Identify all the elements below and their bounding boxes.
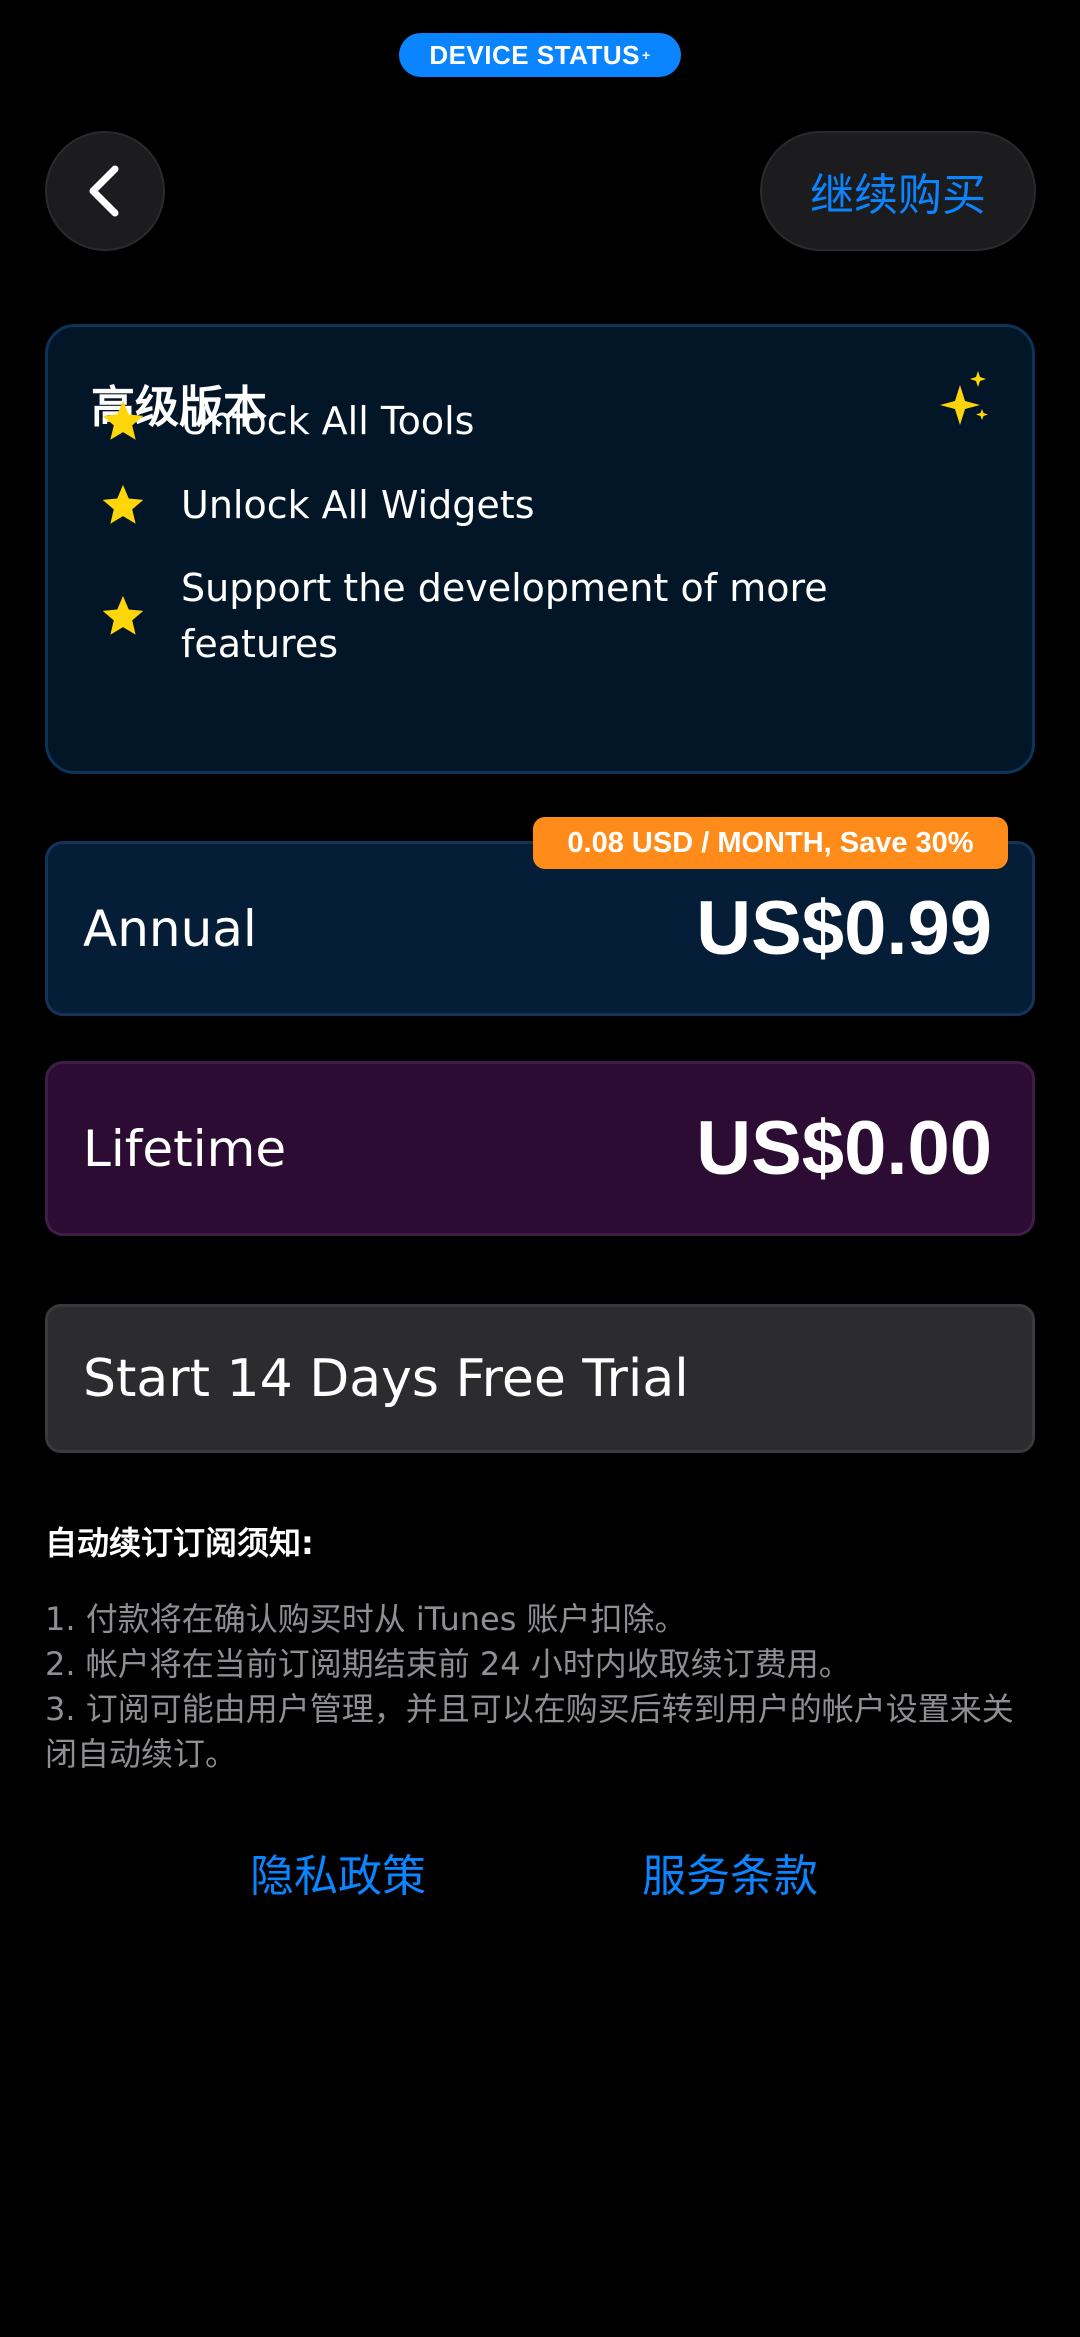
footer-links: 隐私政策 服务条款 (0, 1840, 1080, 1902)
feature-item: Unlock All Tools (48, 393, 1032, 449)
plan-price: US$0.00 (696, 1106, 992, 1191)
auto-renew-notice-title: 自动续订订阅须知: (45, 1524, 314, 1562)
premium-features-card: 高级版本 Unlock All Tools Unlock All Widgets… (45, 324, 1035, 774)
auto-renew-notice-list: 1. 付款将在确认购买时从 iTunes 账户扣除。 2. 帐户将在当前订阅期结… (45, 1597, 1035, 1777)
back-button[interactable] (45, 131, 165, 251)
subscription-screen: DEVICE STATUS + 继续购买 高级版本 Unlock All Tool… (0, 0, 1080, 2337)
plan-price: US$0.99 (696, 886, 992, 971)
device-status-label: DEVICE STATUS (429, 39, 640, 70)
notice-item: 2. 帐户将在当前订阅期结束前 24 小时内收取续订费用。 (45, 1645, 851, 1683)
feature-item: Unlock All Widgets (48, 477, 1032, 533)
device-status-pill: DEVICE STATUS + (399, 33, 681, 77)
feature-text: Unlock All Widgets (181, 483, 535, 527)
notice-item: 1. 付款将在确认购买时从 iTunes 账户扣除。 (45, 1600, 687, 1638)
free-trial-button[interactable]: Start 14 Days Free Trial (45, 1304, 1035, 1453)
device-status-plus: + (641, 47, 651, 63)
feature-text: Support the development of more features (181, 566, 828, 666)
feature-item: Support the development of more features (48, 560, 1032, 672)
feature-text: Unlock All Tools (181, 399, 475, 443)
savings-badge: 0.08 USD / MONTH, Save 30% (533, 817, 1008, 869)
plan-name: Lifetime (83, 1119, 287, 1178)
star-icon (102, 595, 144, 635)
lifetime-plan-option[interactable]: Lifetime US$0.00 (45, 1061, 1035, 1236)
terms-of-service-link[interactable]: 服务条款 (642, 1840, 818, 1904)
chevron-left-icon (89, 165, 119, 217)
star-icon (102, 400, 144, 440)
privacy-policy-link[interactable]: 隐私政策 (250, 1840, 426, 1904)
continue-purchase-button[interactable]: 继续购买 (760, 131, 1036, 251)
star-icon (102, 484, 144, 524)
notice-item: 3. 订阅可能由用户管理，并且可以在购买后转到用户的帐户设置来关闭自动续订。 (45, 1690, 1014, 1773)
plan-name: Annual (83, 899, 257, 958)
